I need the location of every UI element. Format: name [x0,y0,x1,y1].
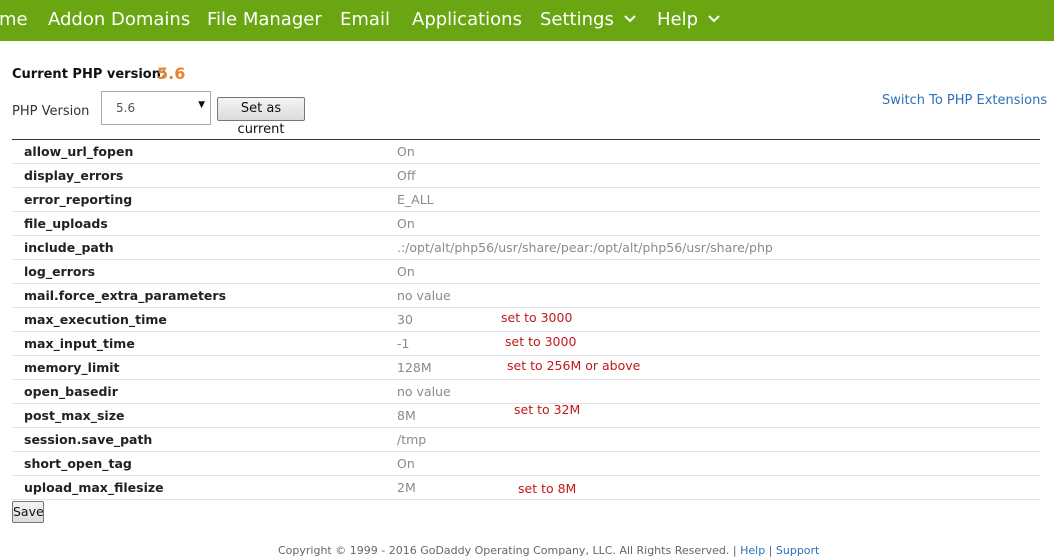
setting-name: memory_limit [24,360,120,375]
setting-value[interactable]: On [397,456,415,471]
footer-help-link[interactable]: Help [740,544,765,557]
setting-name: short_open_tag [24,456,132,471]
nav-item-addon-domains[interactable]: Addon Domains [48,0,190,41]
table-row: session.save_path/tmp [12,428,1040,452]
php-settings-table: allow_url_fopen On display_errors Off erro… [12,139,1040,500]
table-row: short_open_tag On [12,452,1040,476]
setting-value[interactable]: E_ALL [397,192,434,207]
setting-name: file_uploads [24,216,108,231]
setting-value[interactable]: Off [397,168,415,183]
nav-item-help[interactable]: Help [657,0,720,41]
setting-name: error_reporting [24,192,133,207]
table-row: open_basedir no value [12,380,1040,404]
setting-value[interactable]: /tmp [397,432,426,447]
setting-name: upload_max_filesize [24,480,164,495]
nav-item-help-label: Help [657,9,699,30]
table-row: log_errors On [12,260,1040,284]
setting-value[interactable]: 128M [397,360,432,375]
setting-value[interactable]: 8M [397,408,416,423]
php-version-selected-value: 5.6 [116,101,136,115]
nav-item-email[interactable]: Email [340,0,390,41]
switch-to-php-extensions-link[interactable]: Switch To PHP Extensions [882,93,1047,108]
setting-value[interactable]: .:/opt/alt/php56/usr/share/pear:/opt/alt… [397,240,773,255]
setting-name: include_path [24,240,114,255]
nav-item-settings-label: Settings [540,9,614,30]
chevron-down-icon [708,0,720,38]
nav-item-file-manager[interactable]: File Manager [207,0,322,41]
setting-name: open_basedir [24,384,118,399]
footer-copyright: Copyright © 1999 - 2016 GoDaddy Operatin… [278,544,730,557]
setting-value[interactable]: 30 [397,312,413,327]
setting-value[interactable]: On [397,216,415,231]
nav-item-home[interactable]: me [0,0,28,41]
dropdown-arrow-icon: ▼ [198,100,205,110]
chevron-down-icon [624,0,636,38]
table-row: memory_limit 128M set to 256M or above [12,356,1040,380]
footer-separator: | [729,544,741,557]
setting-value[interactable]: On [397,264,415,279]
php-version-select[interactable]: 5.6 ▼ [101,91,211,125]
table-row: mail.force_extra_parameters no value [12,284,1040,308]
setting-name: display_errors [24,168,124,183]
table-row: max_execution_time 30 set to 3000 [12,308,1040,332]
setting-value[interactable]: -1 [397,336,409,351]
annotation-note: set to 8M [518,481,577,496]
setting-name: session.save_path [24,432,153,447]
table-row: upload_max_filesize 2M set to 8M [12,476,1040,500]
table-row: include_path .:/opt/alt/php56/usr/share/p… [12,236,1040,260]
annotation-note: set to 32M [514,402,581,417]
table-row: file_uploads On [12,212,1040,236]
table-row: max_input_time -1 set to 3000 [12,332,1040,356]
set-as-current-button[interactable]: Set as current [217,97,305,137]
setting-value[interactable]: no value [397,288,451,303]
php-version-label: PHP Version [12,104,90,119]
setting-name: allow_url_fopen [24,144,134,159]
annotation-note: set to 3000 [505,334,577,349]
setting-name: log_errors [24,264,96,279]
table-row: display_errors Off [12,164,1040,188]
setting-value[interactable]: no value [397,384,451,399]
setting-name: mail.force_extra_parameters [24,288,227,303]
table-row: post_max_size 8M set to 32M [12,402,1040,428]
save-button[interactable]: Save [12,501,44,523]
annotation-note: set to 256M or above [507,358,641,373]
current-php-version-label: Current PHP version: [12,67,167,82]
setting-value[interactable]: On [397,144,415,159]
nav-item-applications[interactable]: Applications [412,0,522,41]
current-php-version-value: 5.6 [157,64,186,83]
nav-item-settings[interactable]: Settings [540,0,636,41]
table-row: allow_url_fopen On [12,140,1040,164]
setting-name: max_input_time [24,336,135,351]
setting-name: post_max_size [24,408,125,423]
setting-value[interactable]: 2M [397,480,416,495]
footer: Copyright © 1999 - 2016 GoDaddy Operatin… [278,544,819,557]
setting-name: max_execution_time [24,312,167,327]
top-nav: me Addon Domains File Manager Email Appl… [0,0,1054,41]
annotation-note: set to 3000 [501,310,573,325]
footer-separator: | [765,544,776,557]
footer-support-link[interactable]: Support [776,544,819,557]
table-row: error_reporting E_ALL [12,188,1040,212]
